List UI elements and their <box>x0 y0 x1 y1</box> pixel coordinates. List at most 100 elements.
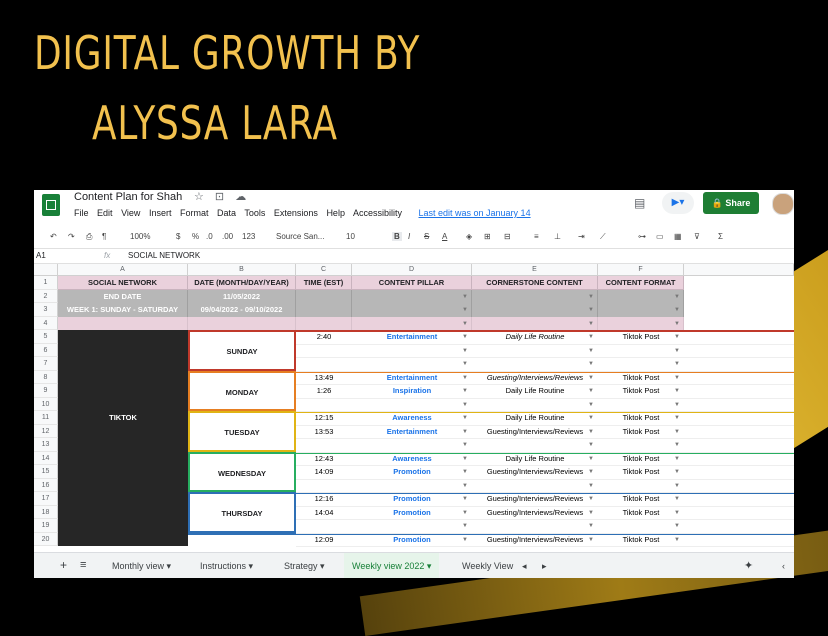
dropdown-arrow-icon[interactable]: ▼ <box>462 523 468 529</box>
week-label[interactable]: WEEK 1: SUNDAY - SATURDAY <box>58 303 188 317</box>
dropdown-arrow-icon[interactable]: ▼ <box>674 294 680 300</box>
undo-icon[interactable]: ↶ <box>50 232 57 241</box>
dropdown-arrow-icon[interactable]: ▼ <box>462 496 468 502</box>
row-header[interactable]: 12 <box>34 424 58 438</box>
row-header[interactable]: 6 <box>34 343 58 357</box>
add-sheet-button[interactable]: + <box>60 558 67 572</box>
name-box[interactable]: A1 <box>36 251 46 260</box>
menu-file[interactable]: File <box>74 208 89 218</box>
column-header[interactable]: D <box>352 264 472 276</box>
end-date-label[interactable]: END DATE <box>58 289 188 303</box>
dropdown-arrow-icon[interactable]: ▼ <box>674 537 680 543</box>
formula-input[interactable]: SOCIAL NETWORK <box>128 251 200 260</box>
dropdown-arrow-icon[interactable]: ▼ <box>674 375 680 381</box>
format-cell[interactable]: Tiktok Post <box>598 533 684 547</box>
pillar-cell[interactable]: Promotion <box>352 533 472 547</box>
header-cell-f[interactable]: CONTENT FORMAT <box>598 276 684 290</box>
dropdown-arrow-icon[interactable]: ▼ <box>588 388 594 394</box>
time-cell[interactable]: 1:26 <box>296 384 352 398</box>
dropdown-arrow-icon[interactable]: ▼ <box>462 334 468 340</box>
zoom-select[interactable]: 100% <box>130 232 150 241</box>
borders-icon[interactable]: ⊞ <box>484 232 491 241</box>
format-cell[interactable]: Tiktok Post <box>598 506 684 520</box>
row-header[interactable]: 19 <box>34 519 58 533</box>
time-cell[interactable]: 13:53 <box>296 425 352 439</box>
pillar-cell[interactable]: Inspiration <box>352 384 472 398</box>
header-cell-a[interactable]: SOCIAL NETWORK <box>58 276 188 290</box>
row-header[interactable]: 2 <box>34 289 58 303</box>
dropdown-arrow-icon[interactable]: ▼ <box>674 388 680 394</box>
pink-spacer-cell[interactable] <box>296 316 352 330</box>
tab-scroll-left-icon[interactable]: ◂ <box>522 561 527 572</box>
explore-icon[interactable]: ✦ <box>744 559 753 572</box>
menu-accessibility[interactable]: Accessibility <box>353 208 402 218</box>
dropdown-arrow-icon[interactable]: ▼ <box>674 496 680 502</box>
menu-format[interactable]: Format <box>180 208 209 218</box>
dropdown-arrow-icon[interactable]: ▼ <box>588 294 594 300</box>
tab-weekly-view[interactable]: Weekly View <box>462 561 513 571</box>
column-header[interactable]: A <box>58 264 188 276</box>
pink-spacer-cell[interactable] <box>472 316 598 330</box>
dropdown-arrow-icon[interactable]: ▼ <box>462 375 468 381</box>
merge-cells-icon[interactable]: ⊟ <box>504 232 511 241</box>
insert-link-icon[interactable]: ⊶ <box>638 232 646 241</box>
dropdown-arrow-icon[interactable]: ▼ <box>588 496 594 502</box>
tab-strategy[interactable]: Strategy ▾ <box>284 561 325 572</box>
column-header[interactable]: B <box>188 264 296 276</box>
dropdown-arrow-icon[interactable]: ▼ <box>588 456 594 462</box>
pillar-cell[interactable]: Promotion <box>352 492 472 506</box>
insert-chart-icon[interactable]: ▦ <box>674 232 682 241</box>
pillar-cell[interactable]: Entertainment <box>352 371 472 385</box>
row-header[interactable]: 17 <box>34 492 58 506</box>
time-cell[interactable]: 12:09 <box>296 533 352 547</box>
dropdown-arrow-icon[interactable]: ▼ <box>462 429 468 435</box>
header-cell-b[interactable]: DATE (MONTH/DAY/YEAR) <box>188 276 296 290</box>
dropdown-arrow-icon[interactable]: ▼ <box>462 415 468 421</box>
last-edit-link[interactable]: Last edit was on January 14 <box>419 208 531 218</box>
pink-spacer-cell[interactable] <box>598 316 684 330</box>
row-header[interactable]: 7 <box>34 357 58 371</box>
row-header[interactable]: 14 <box>34 451 58 465</box>
row-header[interactable]: 1 <box>34 276 58 290</box>
comment-history-icon[interactable]: ▤ <box>634 196 645 210</box>
text-rotation-icon[interactable]: ⟋ <box>600 232 606 242</box>
cornerstone-cell[interactable]: Daily Life Routine <box>472 452 598 466</box>
cornerstone-cell[interactable]: Guesting/Interviews/Reviews <box>472 371 598 385</box>
pillar-cell[interactable]: Entertainment <box>352 330 472 344</box>
dropdown-arrow-icon[interactable]: ▼ <box>674 402 680 408</box>
format-cell[interactable]: Tiktok Post <box>598 411 684 425</box>
dropdown-arrow-icon[interactable]: ▼ <box>588 415 594 421</box>
row-header[interactable]: 10 <box>34 397 58 411</box>
text-wrap-icon[interactable]: ⇥ <box>578 232 585 241</box>
column-header[interactable]: C <box>296 264 352 276</box>
dropdown-arrow-icon[interactable]: ▼ <box>588 442 594 448</box>
font-select[interactable]: Source San... <box>276 232 324 241</box>
title-action-icons[interactable]: ☆ ⊡ ☁ <box>194 190 250 203</box>
dropdown-arrow-icon[interactable]: ▼ <box>588 334 594 340</box>
row-header[interactable]: 5 <box>34 330 58 344</box>
dropdown-arrow-icon[interactable]: ▼ <box>462 442 468 448</box>
italic-button[interactable]: I <box>408 232 410 241</box>
dropdown-arrow-icon[interactable]: ▼ <box>588 469 594 475</box>
cornerstone-cell[interactable]: Daily Life Routine <box>472 384 598 398</box>
format-cell[interactable]: Tiktok Post <box>598 492 684 506</box>
time-cell[interactable]: 12:15 <box>296 411 352 425</box>
pink-spacer-cell[interactable] <box>352 316 472 330</box>
dropdown-arrow-icon[interactable]: ▼ <box>588 321 594 327</box>
dropdown-arrow-icon[interactable]: ▼ <box>462 483 468 489</box>
grey-cell[interactable] <box>296 289 352 303</box>
time-cell[interactable]: 12:43 <box>296 452 352 466</box>
grey-cell[interactable] <box>352 303 472 317</box>
menu-help[interactable]: Help <box>326 208 345 218</box>
functions-icon[interactable]: Σ <box>718 232 723 241</box>
text-color-button[interactable]: A <box>442 232 447 241</box>
dropdown-arrow-icon[interactable]: ▼ <box>588 307 594 313</box>
time-cell[interactable]: 14:09 <box>296 465 352 479</box>
grey-cell[interactable] <box>598 289 684 303</box>
percent-format-button[interactable]: % <box>192 232 199 241</box>
social-network-cell[interactable]: TIKTOK <box>58 330 188 546</box>
format-cell[interactable]: Tiktok Post <box>598 384 684 398</box>
header-cell-c[interactable]: TIME (EST) <box>296 276 352 290</box>
grey-cell[interactable] <box>598 303 684 317</box>
strikethrough-button[interactable]: S <box>424 232 429 241</box>
